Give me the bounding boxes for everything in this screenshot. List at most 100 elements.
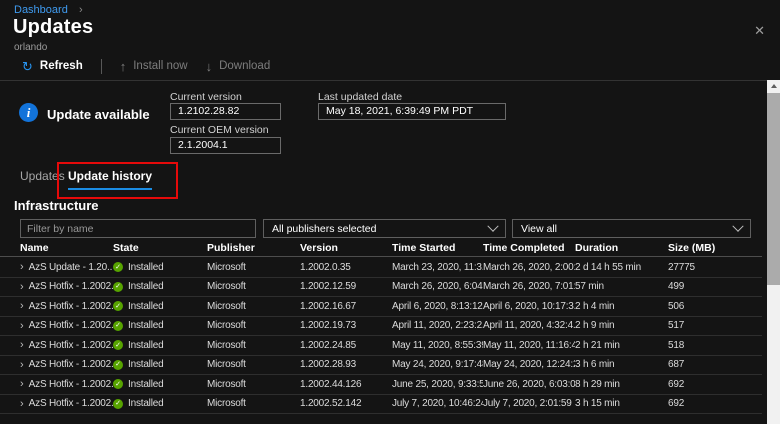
expand-icon[interactable]: › bbox=[20, 300, 24, 312]
completed-cell: April 11, 2020, 4:32:4... bbox=[483, 320, 575, 331]
publisher-text: Microsoft bbox=[207, 262, 246, 273]
version-text: 1.2002.24.85 bbox=[300, 340, 356, 351]
table-row[interactable]: › AzS Hotfix - 1.2002...✓InstalledMicroso… bbox=[0, 297, 762, 317]
publisher-cell: Microsoft bbox=[207, 379, 300, 390]
tab-update-history[interactable]: Update history bbox=[68, 169, 152, 190]
name-cell: › AzS Update - 1.20... bbox=[20, 261, 113, 273]
section-title: Infrastructure bbox=[14, 198, 99, 213]
expand-icon[interactable]: › bbox=[20, 339, 24, 351]
name-cell: ›AzS Hotfix - 1.2002... bbox=[20, 281, 113, 293]
expand-icon[interactable]: › bbox=[20, 281, 24, 293]
completed-text: April 11, 2020, 4:32:4... bbox=[483, 320, 575, 331]
column-header[interactable]: Size (MB) bbox=[668, 242, 762, 254]
installed-check-icon: ✓ bbox=[113, 262, 123, 272]
publishers-dropdown[interactable]: All publishers selected bbox=[263, 219, 506, 238]
size-text: 692 bbox=[668, 398, 684, 409]
duration-text: 2 h 4 min bbox=[575, 301, 614, 312]
updates-blade: Dashboard › Updates orlando ✕ ↻ Refresh … bbox=[0, 0, 780, 424]
started-text: July 7, 2020, 10:46:24 ... bbox=[392, 398, 483, 409]
state-text: Installed bbox=[128, 262, 163, 273]
installed-check-icon: ✓ bbox=[113, 360, 123, 370]
name-text: AzS Hotfix - 1.2002... bbox=[29, 359, 113, 370]
size-text: 517 bbox=[668, 320, 684, 331]
expand-icon[interactable]: › bbox=[20, 378, 24, 390]
installed-check-icon: ✓ bbox=[113, 340, 123, 350]
table-row[interactable]: ›AzS Hotfix - 1.2002...✓InstalledMicroso… bbox=[0, 375, 762, 395]
chevron-down-icon bbox=[487, 220, 498, 231]
install-now-button[interactable]: ↑ Install now bbox=[116, 60, 192, 73]
scrollbar-thumb[interactable] bbox=[767, 93, 780, 285]
table-row[interactable]: ›AzS Hotfix - 1.2002...✓InstalledMicroso… bbox=[0, 278, 762, 298]
column-header[interactable]: Time Completed bbox=[483, 242, 575, 254]
refresh-button[interactable]: ↻ Refresh bbox=[18, 60, 87, 73]
name-text: AzS Hotfix - 1.2002... bbox=[29, 301, 113, 312]
duration-text: 57 min bbox=[575, 281, 604, 292]
duration-cell: 3 h 6 min bbox=[575, 359, 668, 370]
expand-icon[interactable]: › bbox=[20, 359, 24, 371]
name-text: AzS Hotfix - 1.2002... bbox=[29, 320, 113, 331]
started-cell: April 6, 2020, 8:13:12 ... bbox=[392, 301, 483, 312]
filter-by-name-input[interactable] bbox=[20, 219, 256, 238]
publisher-text: Microsoft bbox=[207, 379, 246, 390]
publisher-text: Microsoft bbox=[207, 301, 246, 312]
state-cell: ✓Installed bbox=[113, 359, 207, 370]
state-text: Installed bbox=[128, 379, 163, 390]
name-text: AzS Hotfix - 1.2002... bbox=[29, 340, 113, 351]
completed-text: May 24, 2020, 12:24:2... bbox=[483, 359, 575, 370]
close-icon[interactable]: ✕ bbox=[752, 22, 767, 39]
state-cell: ✓Installed bbox=[113, 379, 207, 390]
installed-check-icon: ✓ bbox=[113, 399, 123, 409]
column-header[interactable]: Time Started bbox=[392, 242, 483, 254]
size-cell: 692 bbox=[668, 379, 762, 390]
name-text: AzS Hotfix - 1.2002... bbox=[29, 398, 113, 409]
completed-text: June 26, 2020, 6:03:06... bbox=[483, 379, 575, 390]
completed-text: May 11, 2020, 11:16:4... bbox=[483, 340, 575, 351]
state-text: Installed bbox=[128, 320, 163, 331]
last-updated-value: May 18, 2021, 6:39:49 PM PDT bbox=[318, 103, 506, 120]
column-header[interactable]: State bbox=[113, 242, 207, 254]
version-cell: 1.2002.52.142 bbox=[300, 398, 392, 409]
expand-icon[interactable]: › bbox=[20, 398, 24, 410]
duration-cell: 2 h 9 min bbox=[575, 320, 668, 331]
name-cell: › AzS Hotfix - 1.2002... bbox=[20, 398, 113, 410]
table-row[interactable]: ›AzS Hotfix - 1.2002...✓InstalledMicroso… bbox=[0, 356, 762, 376]
size-cell: 692 bbox=[668, 398, 762, 409]
column-header[interactable]: Duration bbox=[575, 242, 668, 254]
completed-cell: March 26, 2020, 2:00:... bbox=[483, 262, 575, 273]
install-label: Install now bbox=[133, 60, 187, 72]
state-cell: ✓Installed bbox=[113, 301, 207, 312]
column-header[interactable]: Name bbox=[20, 242, 113, 254]
column-header[interactable]: Version bbox=[300, 242, 392, 254]
table-row[interactable]: ›AzS Hotfix - 1.2002...✓InstalledMicroso… bbox=[0, 395, 762, 415]
name-cell: › AzS Hotfix - 1.2002... bbox=[20, 300, 113, 312]
name-text: AzS Update - 1.20... bbox=[29, 262, 113, 273]
vertical-scrollbar[interactable] bbox=[767, 80, 780, 424]
version-cell: 1.2002.44.126 bbox=[300, 379, 392, 390]
completed-text: March 26, 2020, 2:00:... bbox=[483, 262, 575, 273]
tab-updates[interactable]: Updates bbox=[20, 169, 65, 188]
info-icon: i bbox=[19, 103, 38, 122]
breadcrumb[interactable]: Dashboard bbox=[14, 4, 68, 16]
size-cell: 506 bbox=[668, 301, 762, 312]
view-dropdown[interactable]: View all bbox=[512, 219, 751, 238]
version-cell: 1.2002.19.73 bbox=[300, 320, 392, 331]
column-header[interactable]: Publisher bbox=[207, 242, 300, 254]
state-cell: ✓Installed bbox=[113, 320, 207, 331]
completed-cell: July 7, 2020, 2:01:59 P... bbox=[483, 398, 575, 409]
started-cell: June 25, 2020, 9:33:5... bbox=[392, 379, 483, 390]
expand-icon[interactable]: › bbox=[20, 320, 24, 332]
table-row[interactable]: › AzS Update - 1.20...✓ Installed Microsoft… bbox=[0, 258, 762, 278]
page-subtitle: orlando bbox=[14, 42, 47, 53]
installed-check-icon: ✓ bbox=[113, 282, 123, 292]
table-row[interactable]: ›AzS Hotfix - 1.2002...✓InstalledMicroso… bbox=[0, 336, 762, 356]
last-updated-label: Last updated date bbox=[318, 91, 402, 103]
name-cell: ›AzS Hotfix - 1.2002... bbox=[20, 378, 113, 390]
version-text: 1.2002.12.59 bbox=[300, 281, 356, 292]
download-button[interactable]: ↓ Download bbox=[202, 60, 275, 73]
state-cell: ✓Installed bbox=[113, 281, 207, 292]
version-cell: 1.2002.24.85 bbox=[300, 340, 392, 351]
toolbar-divider bbox=[101, 59, 102, 74]
scroll-up-button[interactable] bbox=[767, 80, 780, 92]
table-row[interactable]: ›AzS Hotfix - 1.2002...✓InstalledMicroso… bbox=[0, 317, 762, 337]
expand-icon[interactable]: › bbox=[20, 261, 24, 273]
